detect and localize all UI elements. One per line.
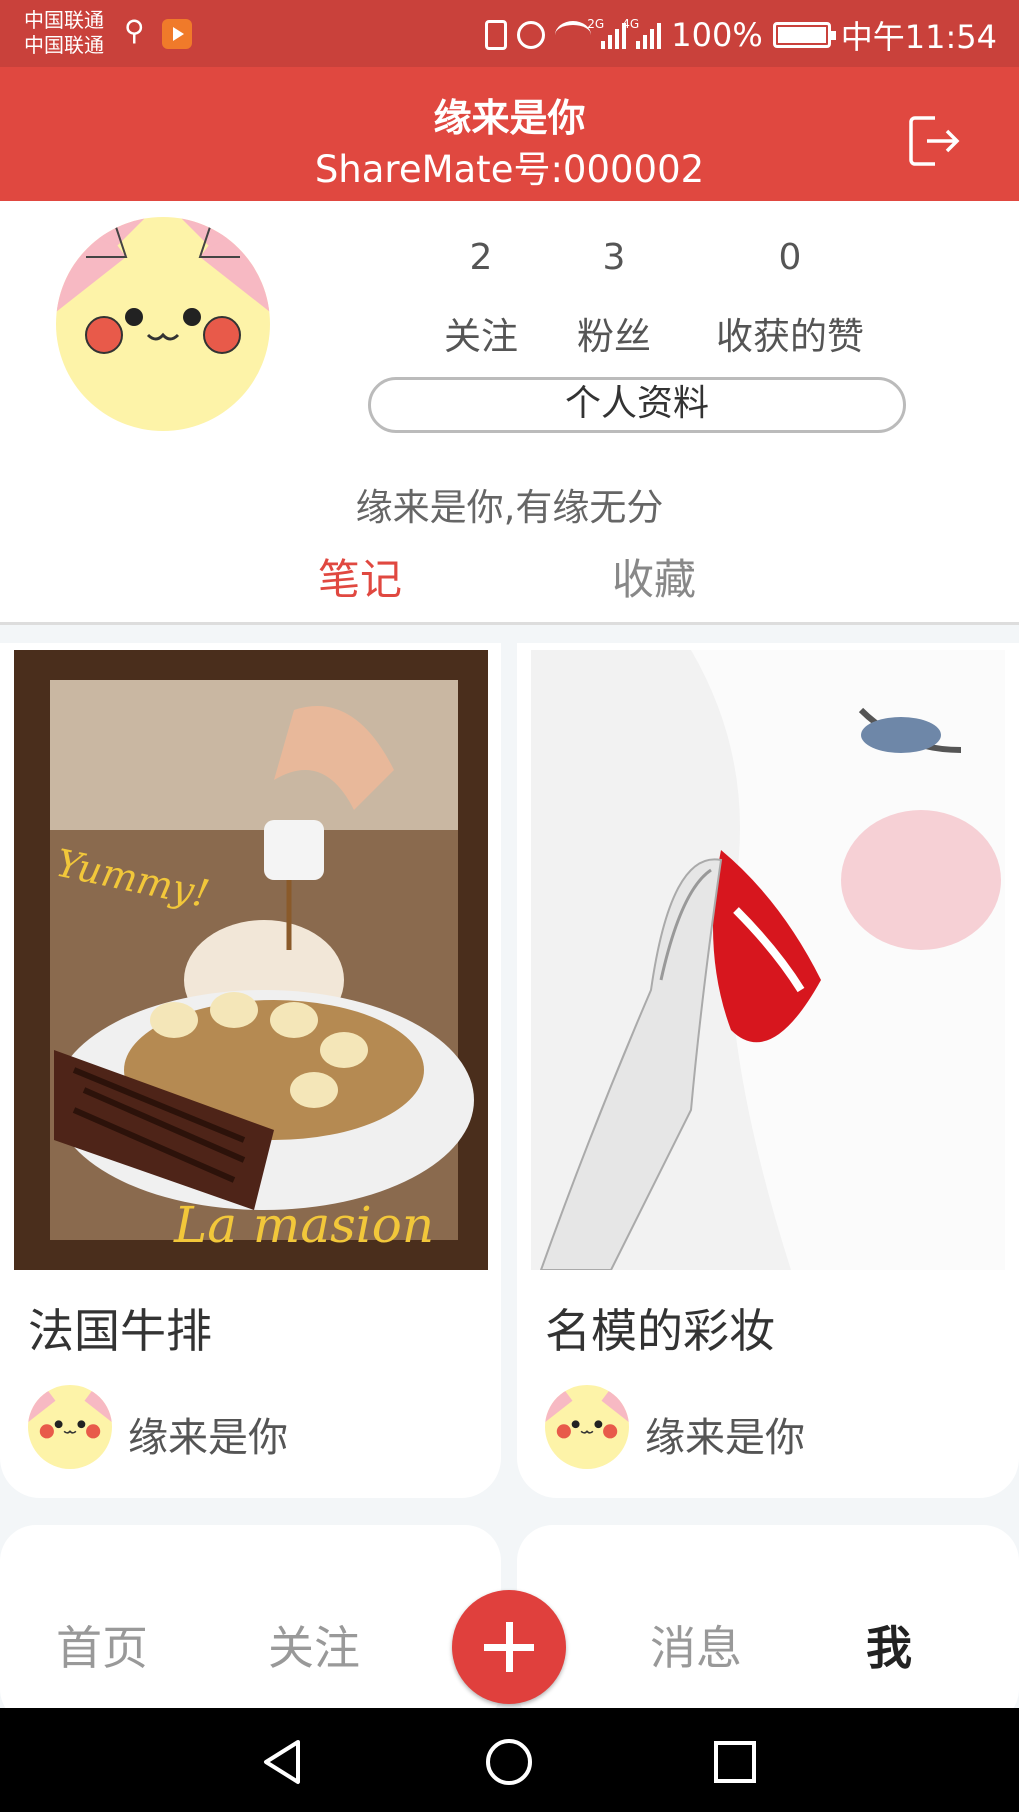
following-count: 2 bbox=[469, 237, 493, 278]
battery-icon bbox=[772, 22, 836, 48]
likes-count: 0 bbox=[778, 237, 802, 278]
app-header: 缘来是你 ShareMate号:000002 bbox=[0, 67, 1019, 201]
status-icons: 2G 4G 100% 中午11:54 bbox=[485, 12, 997, 58]
author-name: 缘来是你 bbox=[645, 1415, 805, 1461]
fans-count: 3 bbox=[602, 237, 626, 278]
status-bar: 中国联通 中国联通 ⚲ 2G 4G 100% 中午11:54 bbox=[0, 0, 1019, 67]
home-circle-icon[interactable] bbox=[486, 1739, 532, 1785]
bottom-nav: 首页 关注 消息 我 bbox=[0, 1590, 1019, 1708]
alarm-icon bbox=[517, 21, 546, 49]
avatar[interactable] bbox=[56, 217, 270, 431]
makeup-image bbox=[531, 650, 1005, 1270]
add-post-button[interactable] bbox=[452, 1590, 566, 1704]
author-avatar[interactable] bbox=[545, 1385, 629, 1469]
logout-icon[interactable] bbox=[905, 112, 963, 170]
author-name: 缘来是你 bbox=[128, 1415, 288, 1461]
back-icon[interactable] bbox=[258, 1738, 306, 1786]
clock: 中午11:54 bbox=[840, 18, 997, 56]
stat-likes[interactable]: 0 收获的赞 bbox=[708, 237, 872, 360]
vibrate-icon bbox=[485, 20, 508, 50]
tab-favorites[interactable]: 收藏 bbox=[612, 546, 696, 607]
usb-icon: ⚲ bbox=[124, 14, 145, 47]
pikachu-avatar-icon bbox=[56, 217, 270, 431]
following-label: 关注 bbox=[444, 315, 518, 358]
tab-notes[interactable]: 笔记 bbox=[318, 546, 402, 607]
carrier-info: 中国联通 中国联通 bbox=[24, 8, 104, 58]
stat-fans[interactable]: 3 粉丝 bbox=[564, 237, 664, 360]
header-title: 缘来是你 bbox=[433, 96, 586, 140]
sharemate-id: ShareMate号:000002 bbox=[314, 148, 705, 191]
stat-following[interactable]: 2 关注 bbox=[431, 237, 531, 360]
recent-apps-icon[interactable] bbox=[714, 1741, 756, 1783]
profile-section: 2 关注 3 粉丝 0 收获的赞 个人资料 缘来是你,有缘无分 笔记 收藏 bbox=[0, 201, 1019, 625]
nav-follow[interactable]: 关注 bbox=[268, 1612, 360, 1678]
card-title: 法国牛排 bbox=[28, 1304, 212, 1358]
nav-me[interactable]: 我 bbox=[866, 1612, 912, 1678]
bio-text: 缘来是你,有缘无分 bbox=[355, 486, 664, 529]
card-title: 名模的彩妆 bbox=[545, 1304, 775, 1358]
profile-info-button[interactable]: 个人资料 bbox=[368, 377, 906, 433]
nav-messages[interactable]: 消息 bbox=[650, 1612, 742, 1678]
carrier-1: 中国联通 bbox=[24, 8, 104, 32]
la-masion-overlay-text: La masion bbox=[173, 1196, 434, 1254]
battery-percent: 100% bbox=[671, 16, 763, 54]
likes-label: 收获的赞 bbox=[716, 315, 864, 358]
carrier-2: 中国联通 bbox=[24, 33, 104, 57]
note-card[interactable]: Yummy! La masion 法国牛排 缘来是你 bbox=[0, 643, 501, 1498]
fans-label: 粉丝 bbox=[577, 315, 651, 358]
nav-home[interactable]: 首页 bbox=[56, 1612, 148, 1678]
note-card[interactable]: 名模的彩妆 缘来是你 bbox=[517, 643, 1019, 1498]
video-app-icon bbox=[162, 19, 192, 49]
system-nav-bar bbox=[0, 1708, 1019, 1812]
steak-image: Yummy! La masion bbox=[14, 650, 488, 1270]
wifi-icon bbox=[555, 21, 592, 49]
author-avatar[interactable] bbox=[28, 1385, 112, 1469]
signal-4g-icon: 4G bbox=[622, 17, 662, 49]
